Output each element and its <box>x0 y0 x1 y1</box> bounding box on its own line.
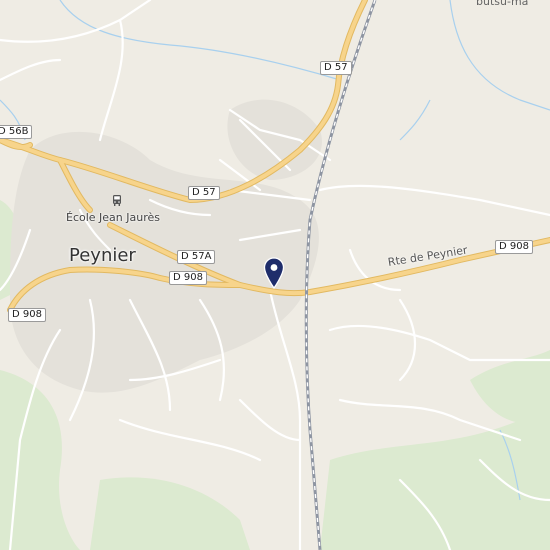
place-label-corner: butsu-ma <box>476 0 529 8</box>
road-shield-d57a: D 57A <box>177 250 216 264</box>
road-shield-d908-center: D 908 <box>169 271 207 285</box>
town-label[interactable]: Peynier <box>69 245 136 266</box>
road-shield-d56b: D 56B <box>0 125 33 139</box>
map-canvas[interactable]: Peynier École Jean Jaurès Rte de Peynier… <box>0 0 550 550</box>
road-shield-d57-mid: D 57 <box>188 186 220 200</box>
road-shield-d908-west: D 908 <box>8 308 46 322</box>
poi-label[interactable]: École Jean Jaurès <box>66 211 160 224</box>
map-pin-icon[interactable] <box>263 257 285 290</box>
bus-icon[interactable] <box>112 193 122 206</box>
road-shield-d908-east: D 908 <box>495 240 533 254</box>
road-shield-d57-top: D 57 <box>320 61 352 75</box>
